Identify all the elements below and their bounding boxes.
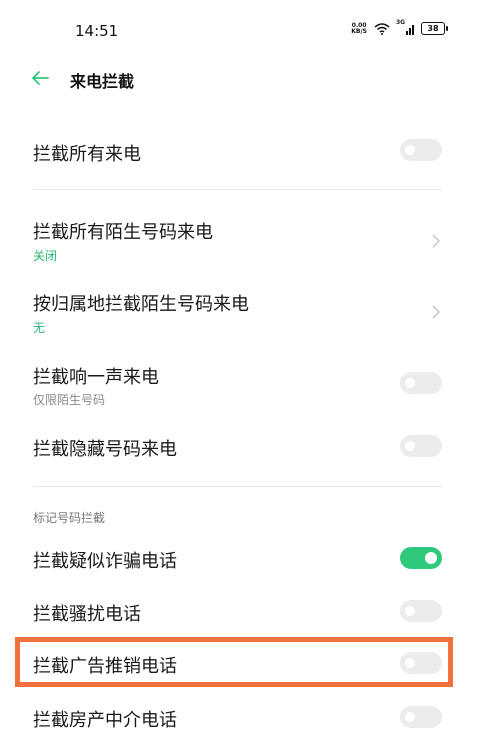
setting-block-real-estate[interactable]: 拦截房产中介电话	[0, 697, 483, 742]
setting-title: 拦截所有来电	[33, 144, 141, 165]
chevron-right-icon	[432, 305, 440, 319]
section-label: 标记号码拦截	[33, 511, 106, 525]
setting-title: 拦截隐藏号码来电	[33, 439, 177, 460]
toggle-switch[interactable]	[400, 706, 442, 728]
setting-block-harassment[interactable]: 拦截骚扰电话	[0, 591, 483, 636]
setting-block-hidden-numbers[interactable]: 拦截隐藏号码来电	[0, 425, 483, 470]
setting-title: 拦截骚扰电话	[33, 604, 141, 625]
setting-block-one-ring[interactable]: 拦截响一声来电 仅限陌生号码	[0, 355, 483, 415]
toggle-switch[interactable]	[400, 600, 442, 622]
setting-block-fraud[interactable]: 拦截疑似诈骗电话	[0, 537, 483, 582]
setting-title: 拦截响一声来电	[33, 367, 159, 388]
setting-subtitle: 无	[33, 321, 46, 335]
battery-icon: 38	[421, 22, 448, 35]
page-title: 来电拦截	[70, 72, 135, 91]
toggle-switch[interactable]	[400, 372, 442, 394]
setting-title: 拦截房产中介电话	[33, 710, 177, 731]
toggle-switch[interactable]	[400, 547, 442, 569]
network-speed-unit: KB/S	[351, 27, 367, 35]
arrow-left-icon[interactable]	[30, 68, 50, 88]
setting-subtitle: 仅限陌生号码	[33, 393, 106, 407]
chevron-right-icon	[432, 234, 440, 248]
setting-title: 拦截所有陌生号码来电	[33, 222, 213, 243]
status-time: 14:51	[75, 22, 119, 40]
setting-title: 拦截疑似诈骗电话	[33, 551, 177, 572]
setting-subtitle: 关闭	[33, 249, 58, 263]
setting-title: 按归属地拦截陌生号码来电	[33, 294, 249, 315]
network-speed: 0.00 KB/S	[351, 22, 367, 35]
app-header: 来电拦截	[0, 62, 483, 102]
setting-block-all-calls[interactable]: 拦截所有来电	[0, 125, 483, 175]
status-icons: 0.00 KB/S 3G 38	[351, 19, 448, 35]
toggle-switch[interactable]	[400, 139, 442, 161]
divider	[33, 486, 442, 487]
signal-icon: 3G	[396, 19, 414, 35]
divider	[33, 189, 442, 190]
toggle-switch[interactable]	[400, 435, 442, 457]
network-type-label: 3G	[396, 18, 406, 26]
highlight-box	[15, 637, 453, 687]
setting-block-unknown-numbers[interactable]: 拦截所有陌生号码来电 关闭	[0, 210, 483, 270]
status-bar: 14:51 0.00 KB/S 3G 38	[0, 0, 483, 62]
wifi-icon	[374, 22, 390, 35]
setting-block-by-location[interactable]: 按归属地拦截陌生号码来电 无	[0, 282, 483, 342]
